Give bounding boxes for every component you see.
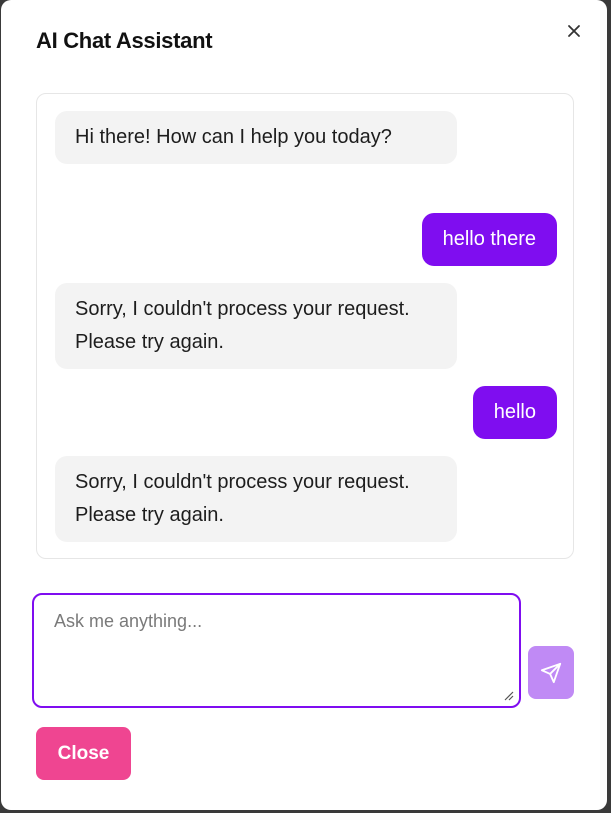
close-button[interactable]: Close bbox=[36, 727, 131, 780]
assistant-message: Hi there! How can I help you today? bbox=[55, 111, 457, 164]
chat-dialog: AI Chat Assistant Hi there! How can I he… bbox=[1, 0, 607, 810]
assistant-message: Sorry, I couldn't process your request. … bbox=[55, 283, 457, 369]
send-icon bbox=[540, 662, 562, 683]
assistant-message: Sorry, I couldn't process your request. … bbox=[55, 456, 457, 542]
user-message: hello bbox=[472, 386, 557, 439]
message-input[interactable] bbox=[34, 595, 519, 706]
message-list[interactable]: Hi there! How can I help you today? hell… bbox=[36, 93, 574, 559]
message-input-container bbox=[32, 593, 521, 708]
close-icon[interactable] bbox=[563, 20, 585, 42]
dialog-title: AI Chat Assistant bbox=[36, 28, 213, 53]
send-button[interactable] bbox=[528, 646, 574, 699]
resize-handle-icon[interactable] bbox=[502, 689, 514, 701]
user-message: hello there bbox=[421, 213, 557, 266]
